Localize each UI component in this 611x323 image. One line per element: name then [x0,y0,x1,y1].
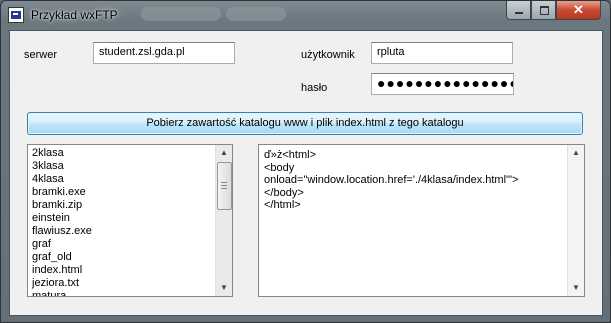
list-item[interactable]: 4klasa [30,173,216,186]
user-field[interactable]: rpluta [371,42,513,64]
maximize-button[interactable] [531,1,556,20]
app-icon [8,7,24,23]
file-list-scrollbar[interactable]: ▲ ▼ [215,145,232,296]
scroll-down-icon[interactable]: ▼ [568,280,584,296]
list-item[interactable]: jeziora.txt [30,277,216,290]
server-field[interactable]: student.zsl.gda.pl [93,42,235,64]
app-window: Przykład wxFTP ✕ serwer student.zsl.gda.… [0,0,611,323]
close-icon: ✕ [573,2,584,17]
fetch-directory-button[interactable]: Pobierz zawartość katalogu www i plik in… [27,112,583,135]
minimize-button[interactable] [506,1,531,20]
window-title: Przykład wxFTP [31,8,118,22]
server-label: serwer [24,49,58,61]
scroll-thumb[interactable] [217,162,232,210]
file-listbox[interactable]: 2klasa 3klasa 4klasa bramki.exe bramki.zip ei… [27,144,233,297]
title-bar-glass [226,7,286,21]
client-area: serwer student.zsl.gda.pl użytkownik rpl… [9,30,603,316]
list-item[interactable]: bramki.zip [30,199,216,212]
list-item[interactable]: graf_old [30,251,216,264]
list-item[interactable]: flawiusz.exe [30,225,216,238]
title-bar-glass [141,7,221,21]
password-field[interactable]: ●●●●●●●●●●●●●●●● [371,73,514,95]
file-content-textarea[interactable]: ď»ż<html> <body onload="window.location.… [258,144,585,297]
list-item[interactable]: 3klasa [30,160,216,173]
list-item[interactable]: einstein [30,212,216,225]
title-bar[interactable]: Przykład wxFTP ✕ [1,1,610,29]
file-content-text: ď»ż<html> <body onload="window.location.… [264,149,519,211]
list-item[interactable]: 2klasa [30,147,216,160]
list-item[interactable]: graf [30,238,216,251]
scroll-down-icon[interactable]: ▼ [216,280,232,296]
scroll-up-icon[interactable]: ▲ [568,145,584,161]
list-item[interactable]: bramki.exe [30,186,216,199]
user-label: użytkownik [301,49,355,61]
scroll-up-icon[interactable]: ▲ [216,145,232,161]
list-item[interactable]: index.html [30,264,216,277]
content-scrollbar[interactable]: ▲ ▼ [567,145,584,296]
close-button[interactable]: ✕ [556,1,601,20]
file-list: 2klasa 3klasa 4klasa bramki.exe bramki.zip ei… [30,147,216,296]
list-item[interactable]: matura [30,290,216,296]
password-label: hasło [301,82,328,94]
